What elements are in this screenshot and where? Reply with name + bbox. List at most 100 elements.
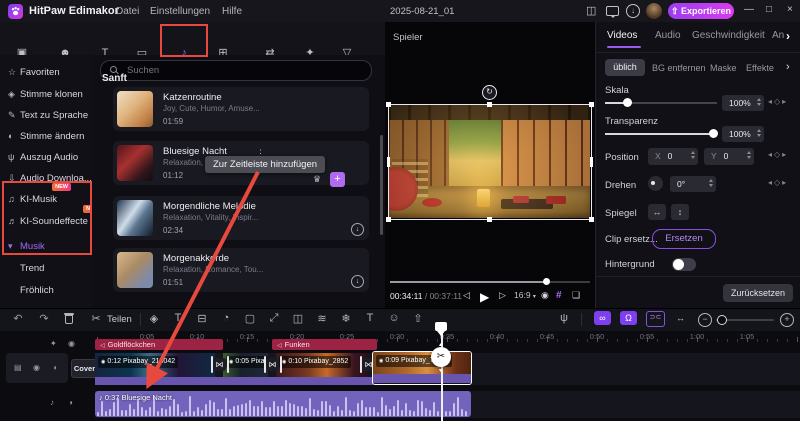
- resize-handle[interactable]: [590, 157, 593, 167]
- play-icon[interactable]: ▶: [480, 290, 489, 304]
- tabs-overflow-chevron-icon[interactable]: ›: [786, 29, 790, 43]
- prev-frame-icon[interactable]: ◁: [463, 290, 470, 301]
- skala-value[interactable]: 100%: [722, 95, 764, 111]
- selection-box[interactable]: [388, 104, 592, 220]
- fx-track-icon[interactable]: ✦: [50, 339, 57, 348]
- sidebar-item-froehlich[interactable]: Fröhlich: [20, 280, 54, 294]
- teilen-label[interactable]: Teilen: [107, 314, 132, 325]
- fx-clip-funken[interactable]: ◁Funken: [272, 339, 377, 350]
- stepper[interactable]: [709, 179, 713, 187]
- keyframe-controls[interactable]: ◂◇▸: [768, 97, 788, 106]
- transparenz-value[interactable]: 100%: [722, 126, 764, 142]
- resize-handle[interactable]: [386, 217, 391, 222]
- position-x-field[interactable]: X0: [648, 148, 698, 165]
- transition-icon[interactable]: ⋈: [213, 358, 226, 371]
- resize-handle[interactable]: [387, 157, 390, 167]
- mirror-tool-icon[interactable]: ◫: [290, 312, 306, 325]
- undo-icon[interactable]: ↶: [10, 312, 26, 325]
- grid-icon[interactable]: #: [556, 290, 562, 301]
- track-mute-icon[interactable]: ◑: [52, 363, 57, 372]
- export-button[interactable]: ⇧ Exportieren: [668, 3, 734, 19]
- aspect-ratio-select[interactable]: 16:9 ▾: [514, 290, 536, 300]
- video-clip-1[interactable]: ◉0:12 Pixabay_213042: [95, 353, 215, 377]
- avatar[interactable]: [646, 3, 662, 19]
- fullscreen-icon[interactable]: ❏: [572, 290, 580, 301]
- text-tool-icon[interactable]: T: [170, 312, 186, 324]
- close-button[interactable]: ×: [787, 4, 793, 15]
- audio-item-morgenakkorde[interactable]: Morgenakkorde Relaxation, Romance, Tou..…: [113, 248, 369, 292]
- hintergrund-toggle[interactable]: [672, 258, 696, 271]
- resize-handle[interactable]: [386, 102, 391, 107]
- audio-track-mute-icon[interactable]: ◑: [68, 398, 73, 407]
- video-clip-3[interactable]: ◉0:10 Pixabay_2852: [276, 353, 368, 377]
- ersetzen-button[interactable]: Ersetzen: [652, 229, 716, 249]
- sidebar-item-trend[interactable]: Trend: [20, 258, 44, 272]
- sidebar-item-audio-download[interactable]: ⇩Audio Downloa...: [8, 168, 92, 182]
- list-scrollbar[interactable]: [380, 135, 383, 235]
- inspector-tab-audio[interactable]: Audio: [655, 30, 681, 41]
- split-cursor-icon[interactable]: ✂: [431, 347, 451, 367]
- drehen-value[interactable]: 0°: [670, 176, 716, 192]
- inspector-tab-geschwindigkeit[interactable]: Geschwindigkeit: [692, 30, 765, 41]
- inspector-tab-videos[interactable]: Videos: [607, 30, 637, 41]
- zoom-in-icon[interactable]: +: [780, 313, 794, 327]
- scale-tool-icon[interactable]: ⤢: [266, 312, 282, 325]
- sidebar-item-text-zu-sprache[interactable]: ✎Text zu Sprache: [8, 105, 88, 119]
- feedback-icon[interactable]: [606, 6, 619, 16]
- subtab-ueblich[interactable]: üblich: [605, 59, 645, 76]
- video-clip-4-selected[interactable]: ◉0:09 Pixabay_74450: [372, 351, 472, 385]
- zoom-out-icon[interactable]: −: [698, 313, 712, 327]
- keyframe-controls[interactable]: ◂◇▸: [768, 178, 788, 187]
- speed-tool-icon[interactable]: ◔: [218, 312, 234, 324]
- skala-slider-thumb[interactable]: [623, 98, 632, 107]
- keyframe-controls[interactable]: ◂◇▸: [768, 150, 788, 159]
- resize-handle[interactable]: [589, 217, 594, 222]
- layout-icon[interactable]: ◫: [586, 4, 596, 17]
- freeze-frame-icon[interactable]: ❄: [338, 312, 354, 325]
- transition-icon[interactable]: ⋈: [266, 358, 279, 371]
- redo-icon[interactable]: ↷: [36, 312, 52, 325]
- playhead-marker[interactable]: [435, 322, 447, 331]
- flip-vertical-icon[interactable]: ↕: [671, 204, 689, 220]
- subtabs-overflow-chevron-icon[interactable]: ›: [786, 61, 790, 73]
- download-center-icon[interactable]: ↓: [626, 4, 640, 18]
- audio-item-katzenroutine[interactable]: Katzenroutine Joy, Cute, Humor, Amuse...…: [113, 87, 369, 131]
- timeline-zoom-knob[interactable]: [717, 315, 727, 325]
- sticker-tool-icon[interactable]: ☺: [386, 312, 402, 324]
- align-tool-icon[interactable]: ≋: [314, 312, 330, 325]
- player-scrub-thumb[interactable]: [543, 278, 550, 285]
- trash-icon[interactable]: [64, 313, 74, 324]
- menu-datei[interactable]: Datei: [116, 6, 139, 17]
- upload-tool-icon[interactable]: ⇧: [410, 312, 426, 325]
- link-clips-icon[interactable]: ∞: [594, 311, 611, 325]
- resize-handle[interactable]: [589, 102, 594, 107]
- rotate-handle-icon[interactable]: ↻: [482, 85, 497, 100]
- sidebar-item-auszug-audio[interactable]: ψAuszug Audio: [8, 147, 78, 161]
- unlink-clips-icon[interactable]: ⊃⊂: [646, 311, 665, 327]
- crop-tool-icon[interactable]: ▢: [242, 312, 258, 325]
- audio-item-morgendliche-melodie[interactable]: Morgendliche Melodie Relaxation, Vitalit…: [113, 196, 369, 240]
- rotation-dial[interactable]: [648, 176, 663, 191]
- clip-trim-handle[interactable]: [280, 356, 282, 373]
- menu-hilfe[interactable]: Hilfe: [222, 6, 242, 17]
- clip-trim-handle[interactable]: [227, 356, 229, 373]
- subtab-bg-entfernen[interactable]: BG entfernen: [652, 63, 706, 73]
- audio-track-icon[interactable]: ♪: [50, 398, 54, 407]
- mic-record-icon[interactable]: ψ: [556, 312, 572, 324]
- sidebar-item-stimme-klonen[interactable]: ◈Stimme klonen: [8, 84, 83, 98]
- stepper[interactable]: [757, 98, 761, 106]
- menu-einstellungen[interactable]: Einstellungen: [150, 6, 210, 17]
- sidebar-item-stimme-aendern[interactable]: ◐Stimme ändern: [8, 126, 84, 140]
- fx-clip-goldfloeckchen[interactable]: ◁Goldflöckchen: [95, 339, 223, 350]
- download-track-icon[interactable]: ↓: [351, 223, 364, 236]
- add-to-timeline-button[interactable]: +: [330, 172, 345, 187]
- inspector-tab-an[interactable]: An: [772, 30, 784, 41]
- magnet-snap-icon[interactable]: Ω: [620, 311, 637, 325]
- split-tool-icon[interactable]: ⊟: [194, 312, 210, 325]
- film-icon[interactable]: ▤: [14, 363, 22, 372]
- stepper[interactable]: [747, 151, 751, 159]
- sidebar-item-favoriten[interactable]: ☆Favoriten: [8, 62, 60, 76]
- next-frame-icon[interactable]: ▷: [499, 290, 506, 301]
- add-text-icon[interactable]: T: [362, 312, 378, 324]
- search-input[interactable]: [125, 62, 359, 79]
